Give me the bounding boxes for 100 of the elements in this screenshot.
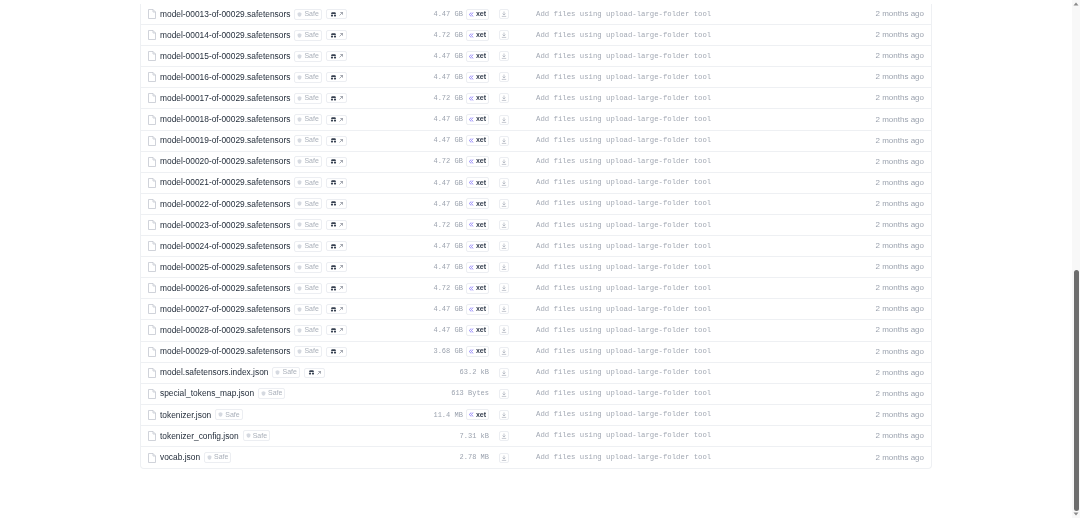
spy-icon [329, 74, 337, 80]
file-icon [148, 409, 156, 420]
spy-icon [329, 264, 337, 270]
file-icon [148, 51, 156, 62]
arrow-icon [338, 117, 343, 122]
shield-icon [245, 433, 251, 439]
file-name[interactable]: model-00026-of-00029.safetensors [160, 281, 291, 295]
file-name[interactable]: model.safetensors.index.json [160, 366, 269, 379]
scan-badge[interactable] [325, 198, 347, 209]
scan-badge[interactable] [325, 156, 347, 167]
file-name[interactable]: model-00015-of-00029.safetensors [160, 49, 291, 63]
file-name[interactable]: model-00013-of-00029.safetensors [160, 7, 291, 21]
shield-icon [297, 11, 303, 17]
scrollbar[interactable] [1072, 0, 1080, 518]
file-name[interactable]: model-00016-of-00029.safetensors [160, 71, 291, 84]
download-icon [501, 137, 507, 144]
scan-badge[interactable] [325, 135, 347, 146]
arrow-icon [338, 222, 343, 227]
file-icon [148, 219, 156, 230]
shield-icon [297, 222, 303, 228]
shield-icon [207, 455, 213, 460]
scan-badge[interactable] [325, 325, 347, 336]
scan-badge[interactable] [325, 241, 347, 252]
commit-date: 2 months ago [875, 176, 924, 189]
shield-icon [297, 53, 303, 59]
arrow-icon [338, 12, 343, 17]
scan-badge[interactable] [325, 93, 347, 104]
file-name[interactable]: model-00024-of-00029.safetensors [160, 239, 291, 253]
scan-badge[interactable] [325, 114, 347, 125]
file-name[interactable]: special_tokens_map.json [160, 387, 255, 401]
shield-icon [297, 117, 303, 122]
file-name[interactable]: model-00023-of-00029.safetensors [160, 218, 291, 232]
download-icon [501, 454, 507, 461]
arrow-icon [338, 201, 343, 206]
file-name[interactable]: model-00025-of-00029.safetensors [160, 260, 291, 274]
file-name[interactable]: model-00020-of-00029.safetensors [160, 155, 291, 168]
commit-date: 2 months ago [875, 219, 924, 231]
file-icon [148, 262, 156, 273]
shield-icon [297, 180, 303, 186]
spy-icon [329, 222, 337, 228]
arrow-icon [338, 54, 343, 59]
shield-icon [297, 264, 303, 270]
scan-badge[interactable] [325, 304, 347, 315]
shield-icon [297, 285, 303, 291]
file-icon [148, 198, 156, 209]
scan-badge[interactable] [325, 51, 347, 62]
file-name[interactable]: model-00028-of-00029.safetensors [160, 324, 291, 337]
scan-badge[interactable] [325, 30, 347, 41]
file-name[interactable]: vocab.json [160, 451, 201, 464]
xet-icon [468, 117, 474, 122]
scan-badge[interactable] [325, 283, 347, 294]
file-icon [148, 30, 156, 41]
shield-icon [297, 327, 303, 333]
xet-icon [468, 201, 474, 207]
scan-badge[interactable] [325, 72, 347, 83]
spy-icon [329, 32, 337, 38]
scrollbar-thumb[interactable] [1073, 270, 1079, 511]
scan-badge[interactable] [303, 367, 325, 378]
scroll-up-arrow-icon[interactable] [1073, 1, 1079, 7]
file-name[interactable]: model-00019-of-00029.safetensors [160, 134, 291, 147]
scroll-down-arrow-icon[interactable] [1073, 511, 1079, 517]
arrow-icon [338, 349, 343, 354]
file-icon [148, 114, 156, 125]
download-icon [501, 264, 507, 271]
file-name[interactable]: model-00014-of-00029.safetensors [160, 28, 291, 42]
spy-icon [329, 95, 337, 101]
xet-icon [468, 95, 474, 101]
file-name[interactable]: tokenizer.json [160, 408, 212, 422]
xet-icon [468, 180, 474, 186]
commit-date: 2 months ago [875, 240, 924, 253]
download-icon [501, 348, 507, 355]
arrow-icon [338, 33, 343, 38]
file-name[interactable]: model-00018-of-00029.safetensors [160, 113, 291, 126]
file-name[interactable]: model-00027-of-00029.safetensors [160, 303, 291, 316]
file-name[interactable]: model-00017-of-00029.safetensors [160, 92, 291, 105]
xet-icon [468, 285, 474, 291]
download-icon [501, 432, 507, 439]
scan-badge[interactable] [325, 219, 347, 230]
file-icon [148, 177, 156, 188]
commit-date: 2 months ago [875, 408, 924, 421]
xet-icon [468, 222, 474, 228]
file-name[interactable]: model-00022-of-00029.safetensors [160, 197, 291, 211]
scan-badge[interactable] [325, 177, 347, 188]
shield-icon [297, 159, 303, 165]
scan-badge[interactable] [325, 262, 347, 273]
scan-badge[interactable] [325, 9, 347, 20]
commit-date: 2 months ago [875, 429, 924, 442]
commit-date: 2 months ago [875, 29, 924, 42]
spy-icon [329, 285, 337, 291]
download-icon [501, 390, 507, 397]
xet-icon [468, 243, 474, 249]
commit-date: 2 months ago [875, 387, 924, 400]
spy-icon [329, 243, 337, 249]
file-name[interactable]: model-00021-of-00029.safetensors [160, 176, 291, 190]
file-name[interactable]: model-00029-of-00029.safetensors [160, 345, 291, 358]
commit-date: 2 months ago [875, 50, 924, 63]
spy-icon [329, 117, 337, 122]
xet-icon [468, 32, 474, 38]
file-name[interactable]: tokenizer_config.json [160, 429, 239, 443]
scan-badge[interactable] [325, 346, 347, 357]
